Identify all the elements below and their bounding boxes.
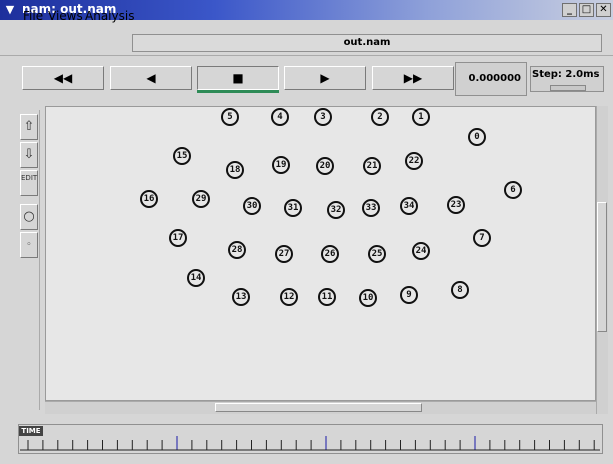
vertical-scroll-thumb[interactable] xyxy=(597,202,607,332)
network-node[interactable]: 28 xyxy=(228,241,246,259)
network-node[interactable]: 11 xyxy=(318,288,336,306)
point-tool-icon[interactable]: ◦ xyxy=(20,232,38,258)
network-node[interactable]: 13 xyxy=(232,288,250,306)
network-node[interactable]: 2 xyxy=(371,108,389,126)
network-node[interactable]: 34 xyxy=(400,197,418,215)
network-node[interactable]: 9 xyxy=(400,286,418,304)
network-node[interactable]: 30 xyxy=(243,197,261,215)
network-node[interactable]: 14 xyxy=(187,269,205,287)
network-node[interactable]: 5 xyxy=(221,108,239,126)
network-node[interactable]: 33 xyxy=(362,199,380,217)
network-node[interactable]: 0 xyxy=(468,128,486,146)
network-node[interactable]: 22 xyxy=(405,152,423,170)
network-node[interactable]: 17 xyxy=(169,229,187,247)
stop-button[interactable]: ■ xyxy=(197,66,279,90)
rewind-button[interactable]: ◀◀ xyxy=(22,66,104,90)
circle-tool-icon[interactable]: ○ xyxy=(20,204,38,230)
network-node[interactable]: 29 xyxy=(192,190,210,208)
network-node[interactable]: 12 xyxy=(280,288,298,306)
minimize-button[interactable]: _ xyxy=(562,3,577,17)
network-node[interactable]: 31 xyxy=(284,199,302,217)
step-slider[interactable] xyxy=(550,85,586,91)
time-display: 0.000000 xyxy=(455,62,527,96)
fast-forward-button[interactable]: ▶▶ xyxy=(372,66,454,90)
timeline-label: TIME xyxy=(19,426,43,436)
network-node[interactable]: 23 xyxy=(447,196,465,214)
network-node[interactable]: 3 xyxy=(314,108,332,126)
network-node[interactable]: 15 xyxy=(173,147,191,165)
close-button[interactable]: ✕ xyxy=(596,3,611,17)
menu-views[interactable]: Views xyxy=(48,9,83,23)
network-node[interactable]: 10 xyxy=(359,289,377,307)
network-node[interactable]: 6 xyxy=(504,181,522,199)
network-node[interactable]: 19 xyxy=(272,156,290,174)
edit-button[interactable]: EDIT xyxy=(20,170,38,196)
zoom-in-icon[interactable]: ⇧ xyxy=(20,114,38,140)
back-button[interactable]: ◀ xyxy=(110,66,192,90)
network-node[interactable]: 16 xyxy=(140,190,158,208)
play-button[interactable]: ▶ xyxy=(284,66,366,90)
step-label: Step: 2.0ms xyxy=(532,69,600,80)
menu-analysis[interactable]: Analysis xyxy=(85,9,134,23)
zoom-out-icon[interactable]: ⇩ xyxy=(20,142,38,168)
network-node[interactable]: 1 xyxy=(412,108,430,126)
timeline-ticks xyxy=(20,436,600,451)
file-name-label: out.nam xyxy=(132,34,602,52)
active-indicator xyxy=(197,90,279,93)
horizontal-scroll-thumb[interactable] xyxy=(215,403,422,412)
network-node[interactable]: 26 xyxy=(321,245,339,263)
window-menu-icon[interactable]: ▼ xyxy=(3,3,17,17)
network-node[interactable]: 25 xyxy=(368,245,386,263)
network-node[interactable]: 24 xyxy=(412,242,430,260)
menu-file[interactable]: File xyxy=(23,9,43,23)
network-node[interactable]: 21 xyxy=(363,157,381,175)
network-node[interactable]: 8 xyxy=(451,281,469,299)
network-node[interactable]: 7 xyxy=(473,229,491,247)
network-node[interactable]: 27 xyxy=(275,245,293,263)
maximize-button[interactable]: □ xyxy=(579,3,594,17)
network-node[interactable]: 4 xyxy=(271,108,289,126)
network-node[interactable]: 32 xyxy=(327,201,345,219)
network-node[interactable]: 20 xyxy=(316,157,334,175)
network-node[interactable]: 18 xyxy=(226,161,244,179)
